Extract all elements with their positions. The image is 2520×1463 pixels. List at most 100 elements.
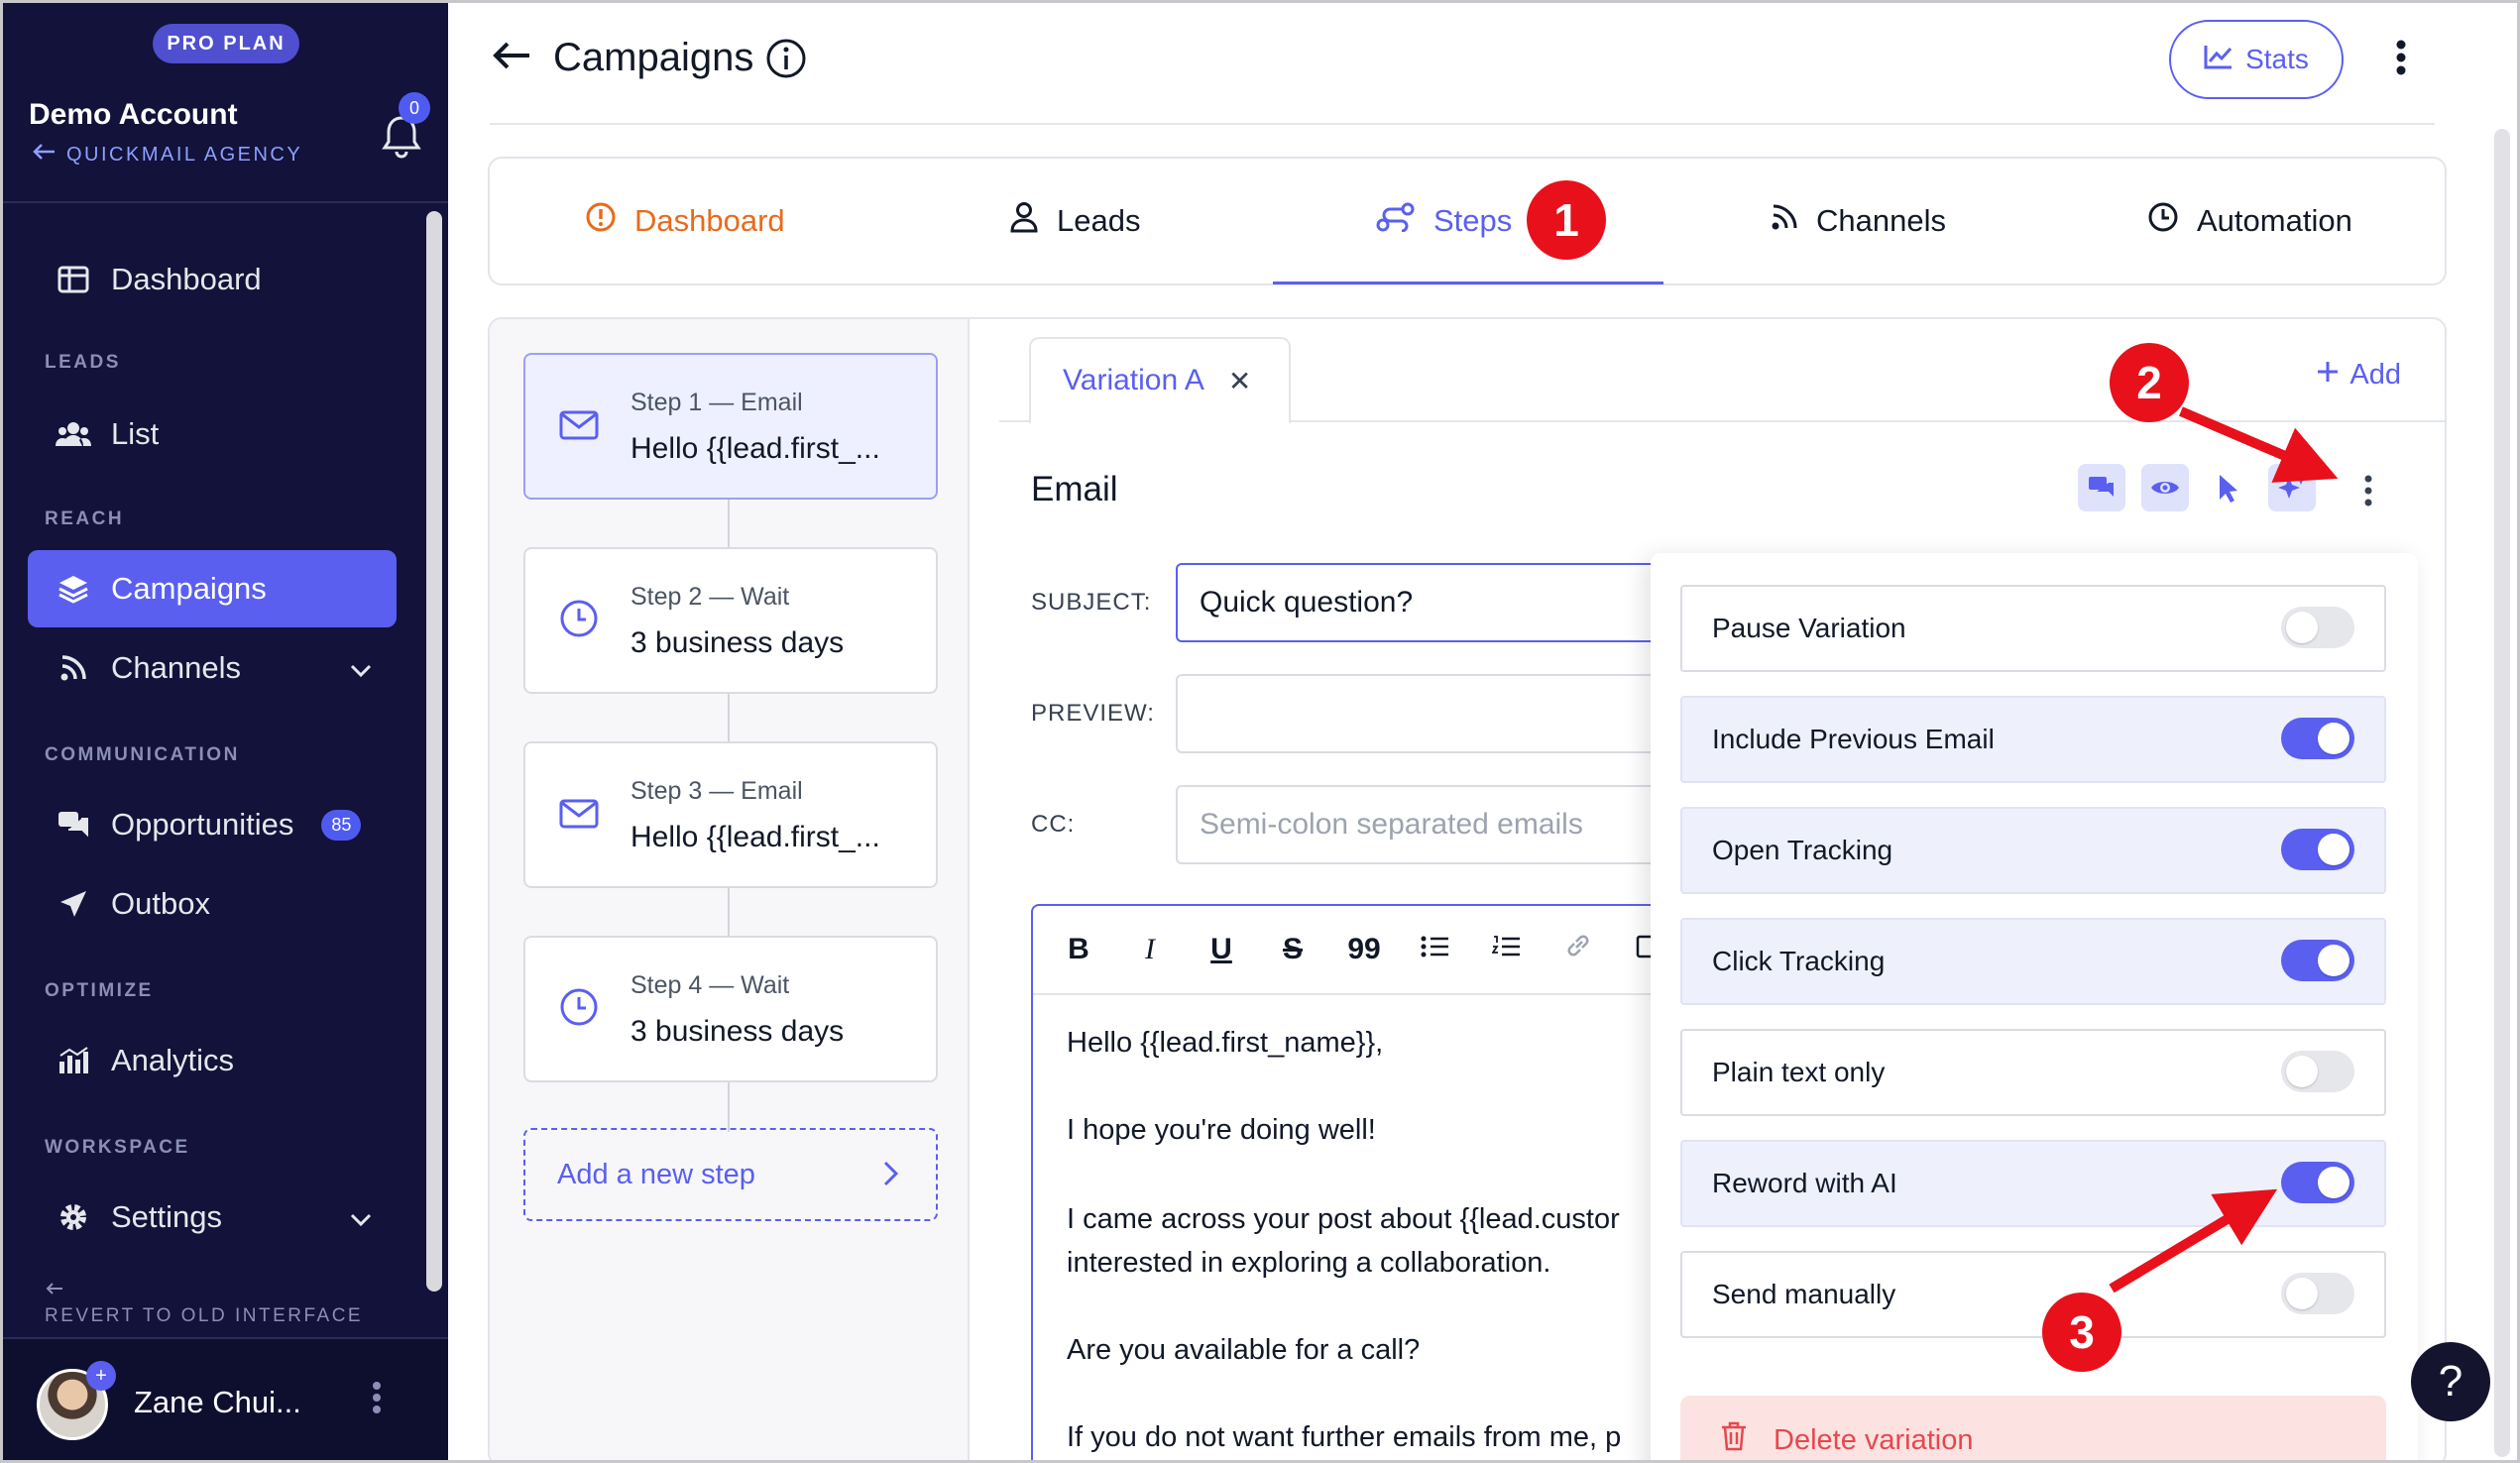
sidebar-item-settings[interactable]: Settings — [28, 1179, 397, 1256]
campaign-tabs: Dashboard Leads Steps Channels Automatio… — [488, 157, 2447, 285]
variation-options-menu: Pause Variation Include Previous Email O… — [1651, 553, 2418, 1463]
sidebar-item-opportunities[interactable]: Opportunities 85 — [28, 786, 397, 863]
chevron-down-icon[interactable] — [349, 1200, 373, 1236]
revert-old-interface-link[interactable]: REVERT TO OLD INTERFACE — [45, 1280, 363, 1327]
eye-icon[interactable] — [2141, 464, 2189, 511]
kebab-menu-icon[interactable] — [2363, 474, 2373, 512]
step-card-4[interactable]: Step 4 — Wait 3 business days — [523, 936, 938, 1082]
close-icon[interactable]: ✕ — [1228, 365, 1251, 397]
variation-tab-a[interactable]: Variation A ✕ — [1029, 337, 1291, 424]
sidebar-item-list[interactable]: List — [28, 395, 397, 473]
arrow-left-icon — [45, 1280, 363, 1301]
help-button[interactable]: ? — [2411, 1342, 2490, 1421]
step-body: Hello {{lead.first_... — [630, 821, 880, 853]
step-title: Step 4 — Wait — [630, 971, 790, 999]
email-body-editor[interactable]: B I U S 99 Hello {{lead.first_name}}, I … — [1031, 904, 1745, 1463]
variation-tabs: Variation A ✕ Add — [999, 319, 2445, 424]
tab-label: Leads — [1057, 203, 1141, 238]
email-body-line: Hello {{lead.first_name}}, — [1067, 1027, 1384, 1059]
toggle-switch[interactable] — [2281, 940, 2354, 981]
kebab-menu-icon[interactable] — [372, 1381, 382, 1419]
sidebar-item-channels[interactable]: Channels — [28, 629, 397, 707]
option-label: Click Tracking — [1712, 946, 1886, 976]
tab-dashboard[interactable]: Dashboard — [585, 159, 785, 283]
step-card-2[interactable]: Step 2 — Wait 3 business days — [523, 547, 938, 694]
agency-label: QUICKMAIL AGENCY — [66, 143, 303, 166]
toggle-switch[interactable] — [2281, 607, 2354, 648]
sidebar-item-label: Settings — [111, 1199, 223, 1234]
option-pause-variation[interactable]: Pause Variation — [1680, 585, 2386, 672]
variation-label: Variation A — [1063, 364, 1204, 396]
email-body-line: If you do not want further emails from m… — [1067, 1421, 1622, 1453]
step-connector — [728, 1082, 730, 1132]
chat-icon — [56, 807, 91, 843]
option-click-tracking[interactable]: Click Tracking — [1680, 918, 2386, 1005]
tab-channels[interactable]: Channels — [1771, 159, 1946, 283]
bullet-list-icon[interactable] — [1418, 933, 1453, 966]
page-title: Campaigns — [553, 36, 754, 79]
page-scrollbar[interactable] — [2494, 129, 2510, 1457]
italic-button[interactable]: I — [1132, 933, 1168, 966]
underline-button[interactable]: U — [1203, 933, 1239, 966]
strikethrough-button[interactable]: S — [1275, 933, 1311, 966]
sidebar-item-campaigns[interactable]: Campaigns — [28, 550, 397, 627]
steps-list: Step 1 — Email Hello {{lead.first_... St… — [490, 319, 970, 1463]
delete-variation-button[interactable]: Delete variation — [1680, 1396, 2386, 1463]
toggle-switch[interactable] — [2281, 829, 2354, 870]
chevron-right-icon — [882, 1160, 900, 1195]
opportunities-count-badge: 85 — [321, 809, 362, 841]
stats-button[interactable]: Stats — [2169, 20, 2344, 99]
stats-label: Stats — [2245, 44, 2309, 74]
cc-input[interactable]: Semi-colon separated emails — [1176, 785, 1731, 864]
option-open-tracking[interactable]: Open Tracking — [1680, 807, 2386, 894]
step-card-1[interactable]: Step 1 — Email Hello {{lead.first_... — [523, 353, 938, 500]
user-icon — [1009, 201, 1039, 241]
numbered-list-icon[interactable] — [1489, 933, 1525, 966]
tab-automation[interactable]: Automation — [2147, 159, 2352, 283]
toggle-switch[interactable] — [2281, 718, 2354, 759]
sidebar-item-dashboard[interactable]: Dashboard — [28, 241, 397, 318]
subject-input[interactable]: Quick question? — [1176, 563, 1731, 642]
step-marker-2: 2 — [2110, 343, 2189, 422]
tab-leads[interactable]: Leads — [1009, 159, 1140, 283]
account-name[interactable]: Demo Account — [29, 98, 238, 132]
option-include-previous-email[interactable]: Include Previous Email — [1680, 696, 2386, 783]
add-step-button[interactable]: Add a new step — [523, 1128, 938, 1221]
back-arrow-icon[interactable] — [492, 40, 531, 76]
toggle-switch[interactable] — [2281, 1273, 2354, 1314]
bold-button[interactable]: B — [1061, 933, 1096, 966]
agency-link[interactable]: QUICKMAIL AGENCY — [33, 143, 302, 167]
link-icon[interactable] — [1560, 932, 1596, 967]
option-plain-text-only[interactable]: Plain text only — [1680, 1029, 2386, 1116]
sidebar-item-analytics[interactable]: Analytics — [28, 1022, 397, 1099]
rss-icon — [56, 650, 91, 686]
chevron-down-icon[interactable] — [349, 651, 373, 687]
email-body-line: I hope you're doing well! — [1067, 1114, 1376, 1146]
option-reword-with-ai[interactable]: Reword with AI — [1680, 1140, 2386, 1227]
sidebar-item-label: List — [111, 416, 160, 451]
email-section-title: Email — [1031, 470, 1118, 508]
mail-icon — [559, 410, 599, 445]
info-icon[interactable] — [765, 38, 807, 84]
sparkles-icon[interactable] — [2268, 464, 2316, 511]
sidebar-item-outbox[interactable]: Outbox — [28, 865, 397, 943]
gear-icon — [56, 1199, 91, 1235]
layers-icon — [56, 571, 91, 607]
tab-steps[interactable]: Steps — [1376, 159, 1512, 283]
quote-button[interactable]: 99 — [1346, 933, 1382, 966]
chat-icon[interactable] — [2078, 464, 2125, 511]
plus-icon[interactable]: + — [86, 1361, 116, 1391]
preview-input[interactable] — [1176, 674, 1731, 753]
sidebar-scrollbar[interactable] — [426, 211, 442, 1292]
add-variation-button[interactable]: Add — [2316, 359, 2401, 392]
step-card-3[interactable]: Step 3 — Email Hello {{lead.first_... — [523, 741, 938, 888]
delete-label: Delete variation — [1774, 1423, 1974, 1456]
toggle-switch[interactable] — [2281, 1162, 2354, 1203]
sidebar-item-label: Analytics — [111, 1043, 235, 1077]
toggle-switch[interactable] — [2281, 1051, 2354, 1092]
kebab-menu-icon[interactable] — [2395, 40, 2407, 80]
cursor-icon[interactable] — [2205, 464, 2252, 511]
user-menu[interactable]: + Zane Chui... — [3, 1337, 448, 1460]
option-send-manually[interactable]: Send manually — [1680, 1251, 2386, 1338]
step-marker-1: 1 — [1527, 180, 1606, 260]
